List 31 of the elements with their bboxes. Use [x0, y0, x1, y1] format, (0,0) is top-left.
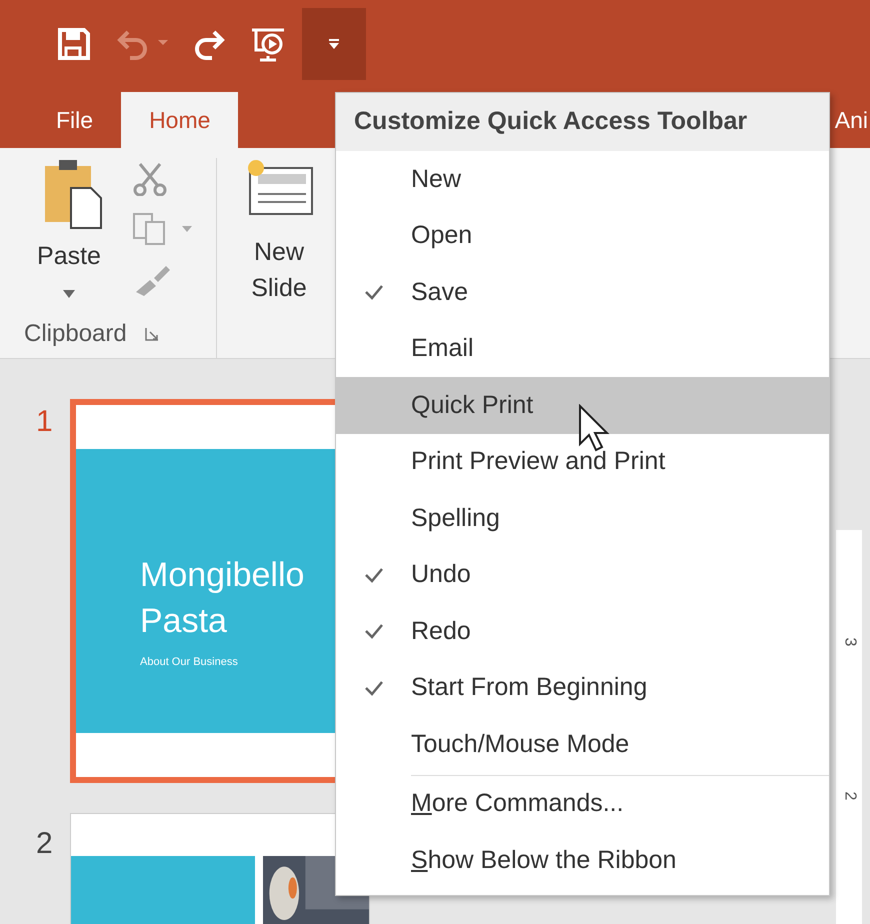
ribbon-tab[interactable]: Ani	[832, 92, 870, 148]
checkmark-icon	[364, 284, 384, 300]
slide-subtitle: About Our Business	[140, 654, 239, 670]
menu-command[interactable]: Show Below the Ribbon	[336, 832, 829, 888]
dialog-launcher-icon[interactable]	[144, 326, 159, 340]
slide-number: 1	[36, 404, 50, 440]
dropdown-icon	[328, 38, 340, 50]
slide-title: Mongibello	[140, 554, 306, 596]
mouse-cursor-icon	[578, 404, 610, 452]
menu-item[interactable]: New	[336, 151, 829, 208]
menu-item[interactable]: Quick Print	[336, 377, 829, 434]
menu-item[interactable]: Email	[336, 320, 829, 377]
presentation-icon[interactable]	[250, 26, 286, 62]
caret-icon	[63, 290, 75, 298]
new-slide-button[interactable]: New Slide	[239, 158, 319, 328]
ribbon-tab[interactable]: Home	[121, 92, 238, 148]
save-icon[interactable]	[56, 26, 92, 62]
slide-title: Pasta	[140, 600, 228, 642]
ribbon-tab[interactable]: File	[28, 92, 122, 148]
slide-number: 2	[36, 826, 50, 862]
ruler-label: 3	[840, 638, 859, 646]
checkmark-icon	[364, 566, 384, 583]
checkmark-icon	[364, 680, 384, 696]
ruler-label: 2	[840, 792, 859, 800]
paste-button[interactable]: Paste	[24, 158, 114, 298]
menu-item[interactable]: Save	[336, 264, 829, 320]
checkmark-icon	[364, 623, 384, 640]
menu-header: Customize Quick Access Toolbar	[336, 93, 829, 151]
menu-item[interactable]: Open	[336, 208, 829, 264]
group-label: Clipboard	[24, 318, 127, 348]
scissors-icon[interactable]	[132, 162, 168, 196]
